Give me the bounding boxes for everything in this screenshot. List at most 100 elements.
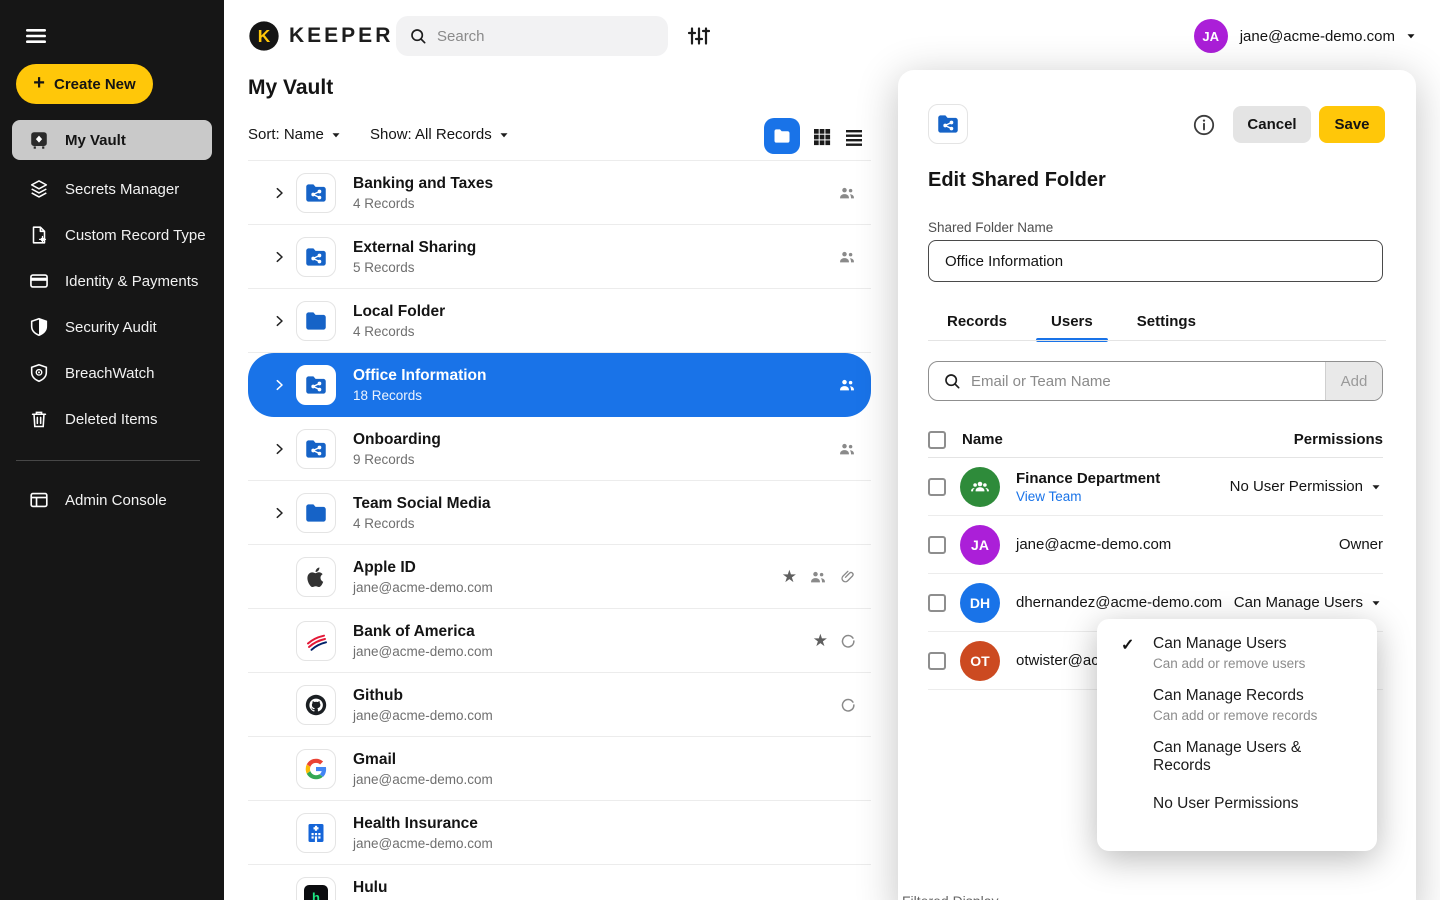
folder-row-banking-and-taxes[interactable]: Banking and Taxes4 Records: [248, 161, 871, 225]
github-logo-icon: [304, 693, 328, 717]
folder-view-button[interactable]: [764, 118, 800, 154]
add-button[interactable]: Add: [1325, 362, 1382, 400]
dropdown-item-can-manage-users[interactable]: ✓Can Manage UsersCan add or remove users: [1097, 635, 1377, 671]
save-button[interactable]: Save: [1319, 106, 1385, 143]
shared-folder-icon: [303, 244, 329, 270]
boa-logo-icon: [304, 629, 328, 653]
sidebar-item-custom-record-type[interactable]: Custom Record Type: [0, 212, 224, 258]
dropdown-item-label: Can Manage Users & Records: [1153, 739, 1359, 775]
folder-row-external-sharing[interactable]: External Sharing5 Records: [248, 225, 871, 289]
folder-row-onboarding[interactable]: Onboarding9 Records: [248, 417, 871, 481]
email-or-team-input[interactable]: [971, 362, 1325, 400]
shared-folder-icon: [935, 111, 961, 137]
chevron-right-icon[interactable]: [262, 505, 296, 521]
folder-row-team-social-media[interactable]: Team Social Media4 Records: [248, 481, 871, 545]
folder-row-local-folder[interactable]: Local Folder4 Records: [248, 289, 871, 353]
sidebar-item-label: Secrets Manager: [65, 181, 179, 198]
sidebar-item-label: BreachWatch: [65, 365, 154, 382]
folder-name-input[interactable]: [928, 240, 1383, 282]
chevron-right-icon[interactable]: [262, 313, 296, 329]
rotation-icon: [839, 632, 857, 650]
permission-selector[interactable]: Can Manage Users: [1234, 594, 1383, 611]
record-row-github[interactable]: Githubjane@acme-demo.com: [248, 673, 871, 737]
vault-list: Banking and Taxes4 RecordsExternal Shari…: [248, 160, 871, 900]
folder-row-office-information[interactable]: Office Information18 Records: [248, 353, 871, 417]
record-row-health-insurance[interactable]: Health Insurancejane@acme-demo.com: [248, 801, 871, 865]
row-checkbox[interactable]: [928, 536, 946, 554]
create-new-button[interactable]: + Create New: [16, 64, 153, 104]
row-checkbox[interactable]: [928, 478, 946, 496]
chevron-right-icon[interactable]: [262, 185, 296, 201]
folder-name: External Sharing: [353, 239, 837, 257]
caret-down-icon: [1369, 596, 1383, 610]
dropdown-item-can-manage-users-records[interactable]: Can Manage Users & Records: [1097, 739, 1377, 775]
caret-down-icon: [329, 128, 343, 142]
show-filter-dropdown[interactable]: Show: All Records: [370, 126, 511, 143]
account-menu[interactable]: JA jane@acme-demo.com: [1194, 19, 1418, 53]
shared-users-icon: [837, 439, 857, 459]
record-row-hulu[interactable]: hHulusha4784@gmail.com: [248, 865, 871, 900]
folder-icon: [772, 126, 792, 146]
hamburger-menu-icon[interactable]: [22, 22, 50, 50]
shared-users-icon: [808, 567, 828, 587]
select-all-checkbox[interactable]: [928, 431, 946, 449]
tab-records[interactable]: Records: [941, 313, 1013, 342]
sidebar-item-label: Identity & Payments: [65, 273, 198, 290]
row-badges: ★: [782, 567, 857, 587]
sidebar-item-my-vault[interactable]: My Vault: [12, 120, 212, 160]
grid-view-button[interactable]: [810, 125, 834, 149]
record-row-apple-id[interactable]: Apple IDjane@acme-demo.com★: [248, 545, 871, 609]
folder-icon-box: [296, 301, 336, 341]
sort-dropdown[interactable]: Sort: Name: [248, 126, 343, 143]
row-badges: [837, 183, 857, 203]
tab-users[interactable]: Users: [1045, 313, 1099, 342]
folder-icon-box: [296, 493, 336, 533]
permission-selector[interactable]: No User Permission: [1230, 478, 1383, 495]
record-row-gmail[interactable]: Gmailjane@acme-demo.com: [248, 737, 871, 801]
record-icon-box: [296, 557, 336, 597]
folder-icon-box: [296, 429, 336, 469]
chevron-down-icon: [1404, 29, 1418, 43]
dropdown-item-no-user-permissions[interactable]: No User Permissions: [1097, 795, 1377, 813]
sidebar-item-breachwatch[interactable]: BreachWatch: [0, 350, 224, 396]
dropdown-item-can-manage-records[interactable]: Can Manage RecordsCan add or remove reco…: [1097, 687, 1377, 723]
folder-icon: [303, 500, 329, 526]
card-icon: [28, 270, 50, 292]
row-checkbox[interactable]: [928, 652, 946, 670]
cancel-button[interactable]: Cancel: [1233, 106, 1311, 143]
shared-folder-icon: [303, 436, 329, 462]
user-avatar: JA: [1194, 19, 1228, 53]
dropdown-item-description: Can add or remove records: [1153, 708, 1359, 723]
create-new-label: Create New: [54, 76, 136, 93]
doc-gear-icon: [28, 224, 50, 246]
sidebar-item-admin-console-wrap: Admin Console: [0, 477, 224, 523]
sidebar-item-label: Admin Console: [65, 492, 167, 509]
sidebar-item-admin-console[interactable]: Admin Console: [0, 477, 224, 523]
sidebar-item-identity-payments[interactable]: Identity & Payments: [0, 258, 224, 304]
tab-settings[interactable]: Settings: [1131, 313, 1202, 342]
attachment-paperclip-icon: [839, 568, 857, 586]
sidebar: + Create New My Vault Secrets Manager Cust…: [0, 0, 224, 900]
sidebar-item-deleted-items[interactable]: Deleted Items: [0, 396, 224, 442]
row-badges: [839, 696, 857, 714]
user-identity: dhernandez@acme-demo.com: [1016, 594, 1222, 611]
record-row-bank-of-america[interactable]: Bank of Americajane@acme-demo.com★: [248, 609, 871, 673]
record-subtitle: jane@acme-demo.com: [353, 580, 782, 595]
list-view-button[interactable]: [842, 125, 866, 149]
sidebar-item-security-audit[interactable]: Security Audit: [0, 304, 224, 350]
panel-actions: Cancel Save: [1192, 106, 1385, 143]
filter-sliders-icon[interactable]: [686, 24, 710, 48]
chevron-right-icon[interactable]: [262, 249, 296, 265]
caret-down-icon: [497, 128, 511, 142]
search-input[interactable]: [437, 28, 637, 45]
row-checkbox[interactable]: [928, 594, 946, 612]
chevron-right-icon[interactable]: [262, 441, 296, 457]
svg-text:K: K: [258, 26, 271, 46]
info-icon[interactable]: [1192, 113, 1216, 137]
user-avatar: DH: [960, 583, 1000, 623]
sidebar-item-secrets-manager[interactable]: Secrets Manager: [0, 166, 224, 212]
chevron-right-icon[interactable]: [262, 377, 296, 393]
view-team-link[interactable]: View Team: [1016, 489, 1160, 504]
record-text: Gmailjane@acme-demo.com: [353, 751, 857, 787]
trash-icon: [28, 408, 50, 430]
